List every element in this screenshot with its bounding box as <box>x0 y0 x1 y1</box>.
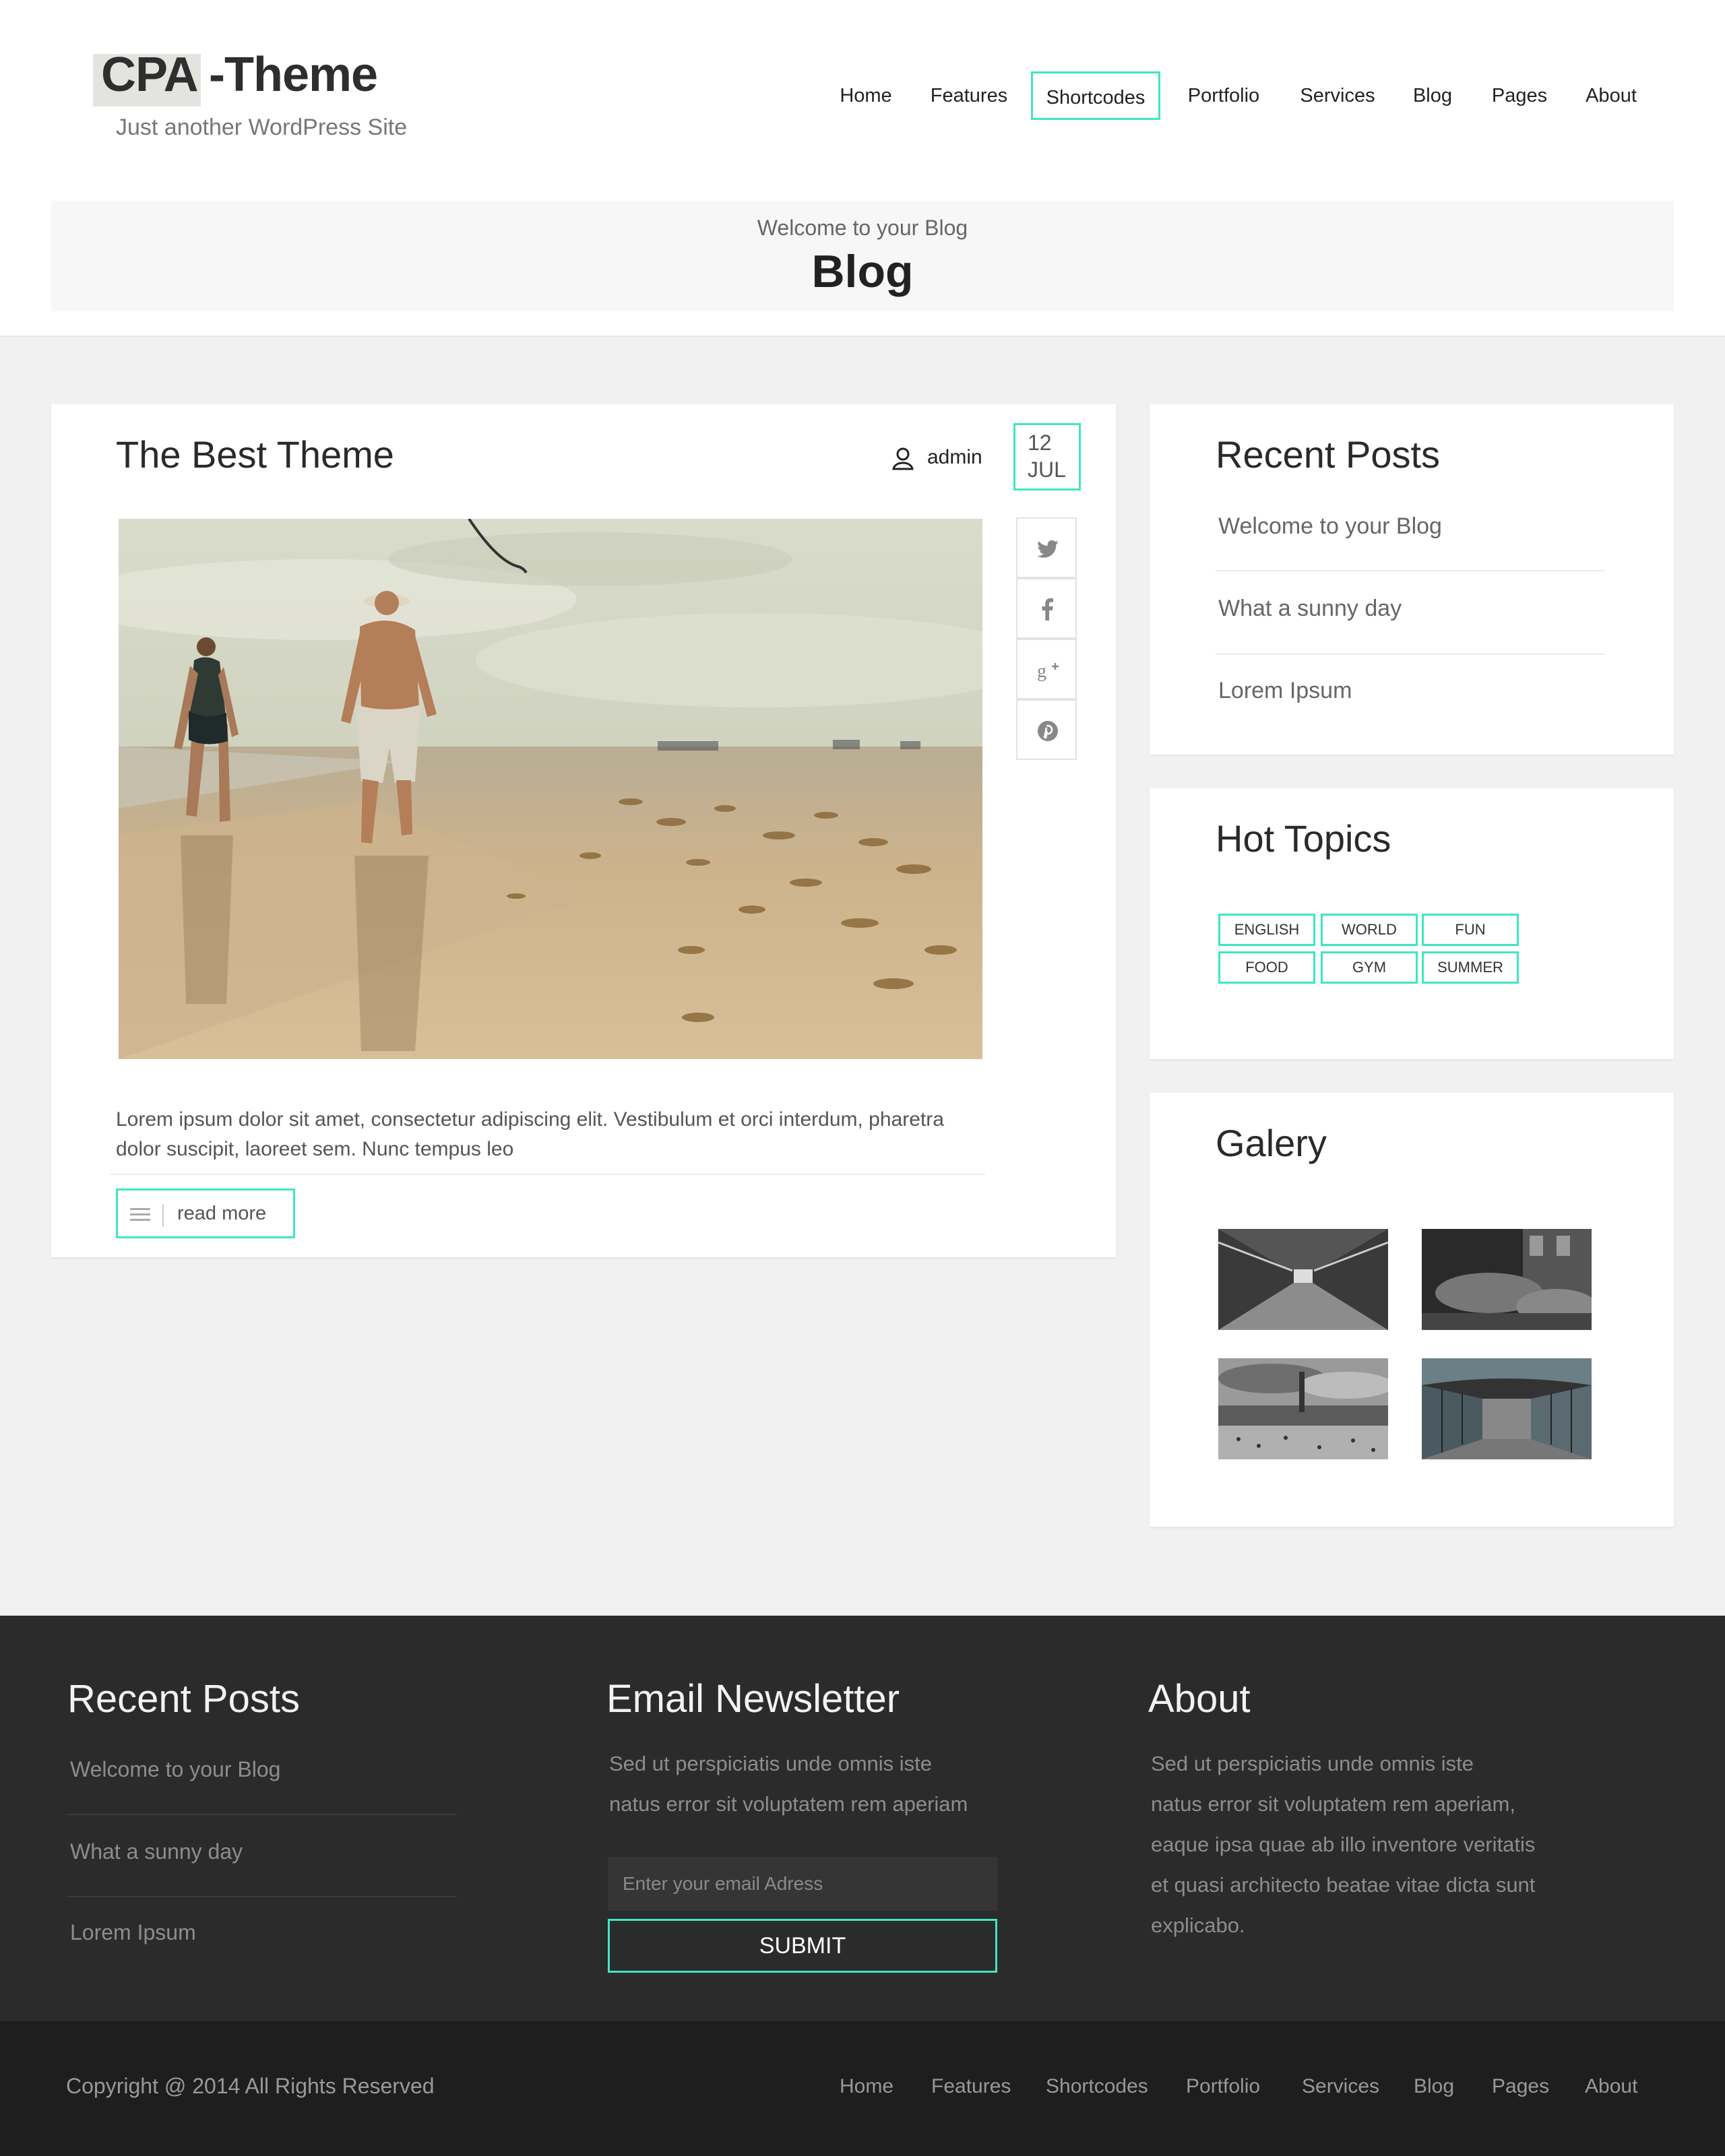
tag-english[interactable]: ENGLISH <box>1218 914 1315 946</box>
footer-about-text: Sed ut perspiciatis unde omnis iste natu… <box>1151 1744 1535 1946</box>
recent-posts-title: Recent Posts <box>1216 433 1441 476</box>
nav-shortcodes[interactable]: Shortcodes <box>1031 71 1160 120</box>
footer-recent-posts-title: Recent Posts <box>67 1677 300 1721</box>
post-divider <box>109 1174 985 1175</box>
gallery-thumbnail-street[interactable] <box>1422 1229 1592 1330</box>
footer-bottom-bar: Copyright @ 2014 All Rights Reserved Hom… <box>0 2021 1725 2156</box>
menu-lines-icon <box>130 1208 150 1221</box>
post-date: 12 JUL <box>1013 423 1081 490</box>
sidebar-hot-topics: Hot Topics ENGLISH WORLD FUN FOOD GYM SU… <box>1150 788 1674 1059</box>
hero-subtitle: Welcome to your Blog <box>757 216 968 240</box>
svg-text:g: g <box>1037 661 1046 682</box>
footer-nav-portfolio[interactable]: Portfolio <box>1186 2075 1260 2098</box>
nav-pages[interactable]: Pages <box>1482 71 1557 120</box>
footer-nav-home[interactable]: Home <box>840 2075 893 2098</box>
newsletter-title: Email Newsletter <box>606 1677 900 1721</box>
read-more-label: read more <box>177 1203 267 1224</box>
footer-about-title: About <box>1148 1677 1251 1721</box>
page-title: Blog <box>811 246 914 297</box>
sidebar-recent-posts: Recent Posts Welcome to your Blog What a… <box>1150 404 1674 755</box>
tag-fun[interactable]: FUN <box>1422 914 1519 946</box>
post-excerpt: Lorem ipsum dolor sit amet, consectetur … <box>116 1108 944 1160</box>
share-pinterest-button[interactable] <box>1016 699 1077 760</box>
gallery-thumbnail-tunnel[interactable] <box>1218 1229 1388 1330</box>
divider <box>67 1814 457 1815</box>
footer-nav-blog[interactable]: Blog <box>1414 2075 1454 2098</box>
about-text-line: natus error sit voluptatem rem aperiam, <box>1151 1792 1515 1816</box>
gallery-title: Galery <box>1216 1122 1327 1164</box>
post-date-day: 12 <box>1028 431 1052 455</box>
footer-nav-services[interactable]: Services <box>1302 2075 1379 2098</box>
nav-blog[interactable]: Blog <box>1404 71 1461 120</box>
nav-home[interactable]: Home <box>829 71 903 120</box>
recent-post-link[interactable]: Welcome to your Blog <box>1218 513 1442 540</box>
copyright-text: Copyright @ 2014 All Rights Reserved <box>66 2074 435 2098</box>
newsletter-text: Sed ut perspiciatis unde omnis iste natu… <box>609 1744 968 1825</box>
street-cars-photo <box>1422 1229 1592 1330</box>
footer-recent-post-link[interactable]: Welcome to your Blog <box>70 1757 280 1782</box>
newsletter-submit-button[interactable]: SUBMIT <box>608 1919 997 1973</box>
post-featured-image[interactable] <box>119 519 982 1059</box>
footer-recent-post-link[interactable]: Lorem Ipsum <box>70 1920 196 1945</box>
facebook-icon <box>1042 598 1053 621</box>
blog-post: The Best Theme admin 12 JUL g Lorem ipsu… <box>51 404 1116 1257</box>
post-title[interactable]: The Best Theme <box>116 433 394 476</box>
site-header: CPA -Theme Just another WordPress Site H… <box>0 0 1725 337</box>
nav-features[interactable]: Features <box>923 71 1015 120</box>
share-facebook-button[interactable] <box>1016 578 1077 639</box>
sidebar-gallery: Galery <box>1150 1093 1674 1527</box>
divider <box>67 1896 457 1897</box>
hot-topics-title: Hot Topics <box>1216 817 1391 860</box>
city-square-photo <box>1218 1358 1388 1459</box>
read-more-separator <box>162 1204 164 1227</box>
glass-walkway-photo <box>1422 1358 1592 1459</box>
google-plus-icon: g <box>1037 661 1059 682</box>
post-author[interactable]: admin <box>927 446 982 469</box>
twitter-icon <box>1037 540 1059 558</box>
site-tagline: Just another WordPress Site <box>116 115 408 140</box>
tunnel-photo <box>1218 1229 1388 1330</box>
footer-recent-post-link[interactable]: What a sunny day <box>70 1839 243 1864</box>
pinterest-icon <box>1038 721 1058 741</box>
footer-nav-about[interactable]: About <box>1585 2075 1637 2098</box>
site-footer: Recent Posts Welcome to your Blog What a… <box>0 1616 1725 2021</box>
gallery-thumbnail-walkway[interactable] <box>1422 1358 1592 1459</box>
page-hero: Welcome to your Blog Blog <box>51 201 1674 311</box>
gallery-thumbnail-square[interactable] <box>1218 1358 1388 1459</box>
nav-services[interactable]: Services <box>1294 71 1381 120</box>
about-text-line: eaque ipsa quae ab illo inventore verita… <box>1151 1833 1536 1856</box>
beach-photo <box>119 519 982 1059</box>
tag-food[interactable]: FOOD <box>1218 951 1315 984</box>
site-logo[interactable]: CPA -Theme <box>101 47 378 102</box>
tag-summer[interactable]: SUMMER <box>1422 951 1519 984</box>
footer-nav-pages[interactable]: Pages <box>1492 2075 1549 2098</box>
nav-portfolio[interactable]: Portfolio <box>1177 71 1271 120</box>
about-text-line: Sed ut perspiciatis unde omnis iste <box>1151 1752 1474 1775</box>
footer-nav-features[interactable]: Features <box>931 2075 1011 2098</box>
about-text-line: et quasi architecto beatae vitae dicta s… <box>1151 1873 1536 1897</box>
footer-nav-shortcodes[interactable]: Shortcodes <box>1046 2075 1148 2098</box>
user-icon <box>892 447 914 470</box>
recent-post-link[interactable]: Lorem Ipsum <box>1218 678 1352 704</box>
newsletter-text-line: natus error sit voluptatem rem aperiam <box>609 1792 968 1816</box>
newsletter-email-input[interactable] <box>608 1857 997 1911</box>
share-google-plus-button[interactable]: g <box>1016 639 1077 699</box>
tag-world[interactable]: WORLD <box>1321 914 1418 946</box>
divider <box>1216 654 1605 655</box>
post-date-month: JUL <box>1028 457 1066 482</box>
tag-gym[interactable]: GYM <box>1321 951 1418 984</box>
about-text-line: explicabo. <box>1151 1913 1245 1937</box>
newsletter-text-line: Sed ut perspiciatis unde omnis iste <box>609 1752 933 1775</box>
recent-post-link[interactable]: What a sunny day <box>1218 596 1402 622</box>
read-more-button[interactable]: read more <box>116 1188 295 1238</box>
divider <box>1216 570 1605 571</box>
nav-about[interactable]: About <box>1574 71 1648 120</box>
share-twitter-button[interactable] <box>1016 517 1077 578</box>
